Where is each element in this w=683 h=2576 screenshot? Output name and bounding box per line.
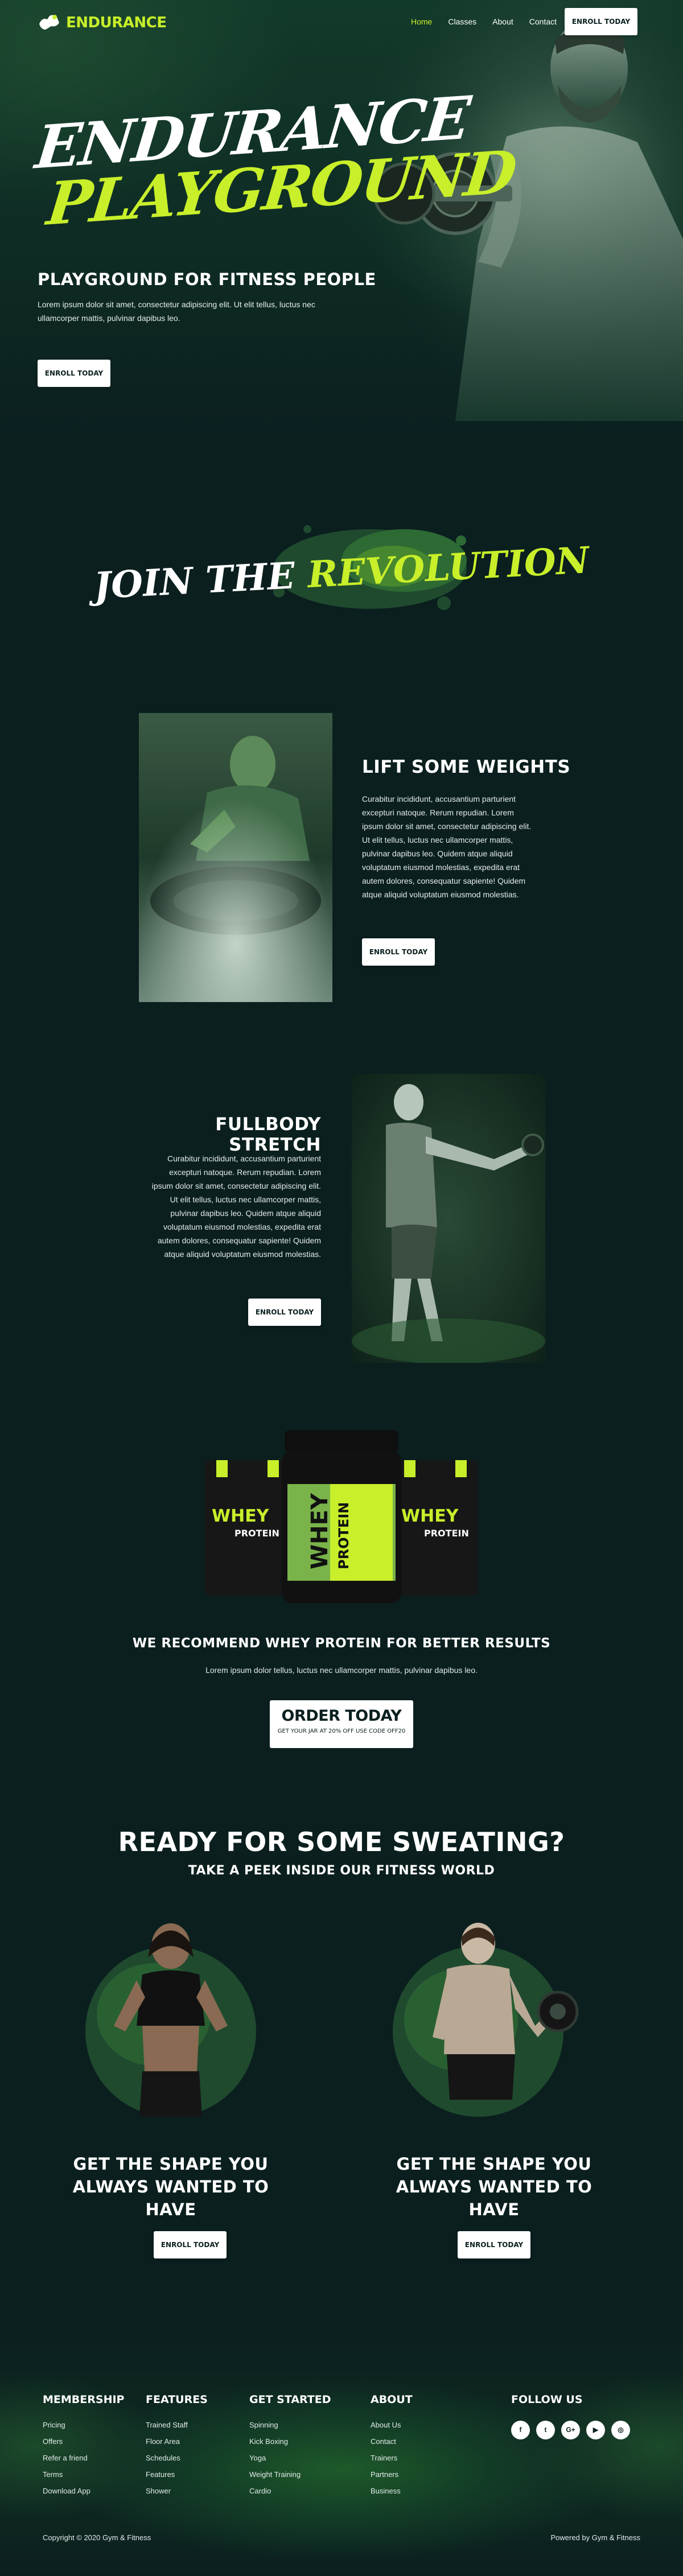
sweating-title: READY FOR SOME SWEATING? — [118, 1827, 565, 1857]
nav-enroll-button[interactable]: ENROLL TODAY — [565, 8, 637, 35]
feature-stretch-enroll-button[interactable]: ENROLL TODAY — [248, 1299, 321, 1326]
hero-title: ENDURANCE PLAYGROUND — [32, 83, 519, 238]
sweating-subtitle: TAKE A PEEK INSIDE OUR FITNESS WORLD — [188, 1864, 495, 1878]
revolution-banner: JOIN THE REVOLUTION — [0, 484, 683, 654]
footer-link[interactable]: Refer a friend — [43, 2454, 124, 2470]
logo-text: ENDURANCE — [66, 14, 167, 31]
logo[interactable]: ENDURANCE — [38, 13, 167, 33]
main-menu: Home Classes About Contact — [411, 17, 573, 26]
flexing-arm-logo-icon — [39, 15, 59, 30]
footer-follow-column: FOLLOW US f t G+ ▶ ◎ — [511, 2393, 630, 2439]
revolution-word-the: THE — [204, 554, 297, 602]
footer-link[interactable]: Features — [146, 2470, 208, 2487]
footer-link[interactable]: Offers — [43, 2437, 124, 2454]
twitter-icon[interactable]: t — [536, 2421, 555, 2439]
nav-item-about[interactable]: About — [492, 17, 513, 26]
footer-link[interactable]: Contact — [371, 2437, 413, 2454]
order-today-label: ORDER TODAY — [281, 1707, 402, 1725]
copyright-text: Copyright © 2020 Gym & Fitness — [43, 2533, 151, 2542]
youtube-icon[interactable]: ▶ — [586, 2421, 605, 2439]
product-description: Lorem ipsum dolor tellus, luctus nec ull… — [205, 1666, 478, 1675]
footer-link[interactable]: Spinning — [249, 2421, 331, 2437]
footer-link[interactable]: Partners — [371, 2470, 413, 2487]
footer-link[interactable]: Shower — [146, 2487, 208, 2503]
top-navigation: ENDURANCE Home Classes About Contact ENR… — [0, 0, 683, 46]
card-2-enroll-button[interactable]: ENROLL TODAY — [458, 2231, 530, 2258]
footer-column-title: ABOUT — [371, 2393, 413, 2406]
footer-link[interactable]: Kick Boxing — [249, 2437, 331, 2454]
feature-weights-title: LIFT SOME WEIGHTS — [362, 757, 571, 777]
hero-description: Lorem ipsum dolor sit amet, consectetur … — [38, 300, 315, 323]
google-plus-icon[interactable]: G+ — [561, 2421, 580, 2439]
nav-item-home[interactable]: Home — [411, 17, 432, 26]
svg-text:PROTEIN: PROTEIN — [234, 1528, 279, 1539]
footer-link[interactable]: Yoga — [249, 2454, 331, 2470]
card-1-title: GET THE SHAPE YOU ALWAYS WANTED TO HAVE — [72, 2154, 269, 2219]
social-links: f t G+ ▶ ◎ — [511, 2421, 630, 2439]
footer-column-title: FEATURES — [146, 2393, 208, 2406]
footer-link[interactable]: Weight Training — [249, 2470, 331, 2487]
female-athlete-image — [80, 1912, 262, 2140]
feature-stretch-text: Curabitur incididunt, accusantium partur… — [151, 1154, 321, 1259]
footer-membership-column: MEMBERSHIP Pricing Offers Refer a friend… — [43, 2393, 124, 2503]
svg-text:WHEY: WHEY — [307, 1493, 333, 1569]
nav-item-classes[interactable]: Classes — [448, 17, 476, 26]
facebook-icon[interactable]: f — [511, 2421, 530, 2439]
footer-get-started-column: GET STARTED Spinning Kick Boxing Yoga We… — [249, 2393, 331, 2503]
footer-link[interactable]: Trainers — [371, 2454, 413, 2470]
card-1-enroll-button[interactable]: ENROLL TODAY — [154, 2231, 227, 2258]
nav-item-contact[interactable]: Contact — [529, 17, 557, 26]
footer-link[interactable]: Terms — [43, 2470, 124, 2487]
svg-text:WHEY: WHEY — [401, 1506, 459, 1526]
order-today-button[interactable]: ORDER TODAY GET YOUR JAR AT 20% OFF USE … — [270, 1700, 413, 1748]
footer: MEMBERSHIP Pricing Offers Refer a friend… — [0, 2322, 683, 2576]
hero-subtitle: PLAYGROUND FOR FITNESS PEOPLE — [38, 270, 376, 289]
card-2-title: GET THE SHAPE YOU ALWAYS WANTED TO HAVE — [396, 2154, 593, 2219]
order-discount-label: GET YOUR JAR AT 20% OFF USE CODE OFF20 — [277, 1728, 406, 1734]
footer-link[interactable]: Floor Area — [146, 2437, 208, 2454]
follow-us-title: FOLLOW US — [511, 2393, 583, 2406]
footer-link[interactable]: About Us — [371, 2421, 413, 2437]
instagram-icon[interactable]: ◎ — [611, 2421, 630, 2439]
protein-products-image: WHEY PROTEIN WHEY PROTEIN WHEY PROTEIN — [199, 1427, 484, 1609]
powered-by-text: Powered by Gym & Fitness — [550, 2533, 641, 2542]
hero-title-line2: PLAYGROUND — [43, 137, 519, 239]
feature-weights-text: Curabitur incididunt, accusantium partur… — [362, 794, 532, 899]
footer-link[interactable]: Trained Staff — [146, 2421, 208, 2437]
hero-section: ENDURANCE Home Classes About Contact ENR… — [0, 0, 683, 444]
footer-link[interactable]: Download App — [43, 2487, 124, 2503]
feature-stretch-image — [352, 1074, 545, 1363]
footer-link[interactable]: Schedules — [146, 2454, 208, 2470]
footer-link[interactable]: Pricing — [43, 2421, 124, 2437]
footer-features-column: FEATURES Trained Staff Floor Area Schedu… — [146, 2393, 208, 2503]
feature-stretch-title: FULLBODY STRETCH — [215, 1114, 321, 1155]
feature-weights-enroll-button[interactable]: ENROLL TODAY — [362, 938, 435, 966]
hero-enroll-button[interactable]: ENROLL TODAY — [38, 360, 110, 387]
footer-link[interactable]: Business — [371, 2487, 413, 2503]
product-title: WE RECOMMEND WHEY PROTEIN FOR BETTER RES… — [132, 1636, 551, 1651]
svg-text:WHEY: WHEY — [212, 1506, 270, 1526]
revolution-word-join: JOIN — [92, 559, 195, 608]
svg-text:PROTEIN: PROTEIN — [336, 1502, 352, 1569]
footer-link[interactable]: Cardio — [249, 2487, 331, 2503]
feature-weights-image — [139, 713, 332, 1002]
male-athlete-image — [393, 1912, 586, 2140]
footer-about-column: ABOUT About Us Contact Trainers Partners… — [371, 2393, 413, 2503]
svg-text:PROTEIN: PROTEIN — [424, 1528, 469, 1539]
footer-column-title: GET STARTED — [249, 2393, 331, 2406]
footer-column-title: MEMBERSHIP — [43, 2393, 125, 2406]
